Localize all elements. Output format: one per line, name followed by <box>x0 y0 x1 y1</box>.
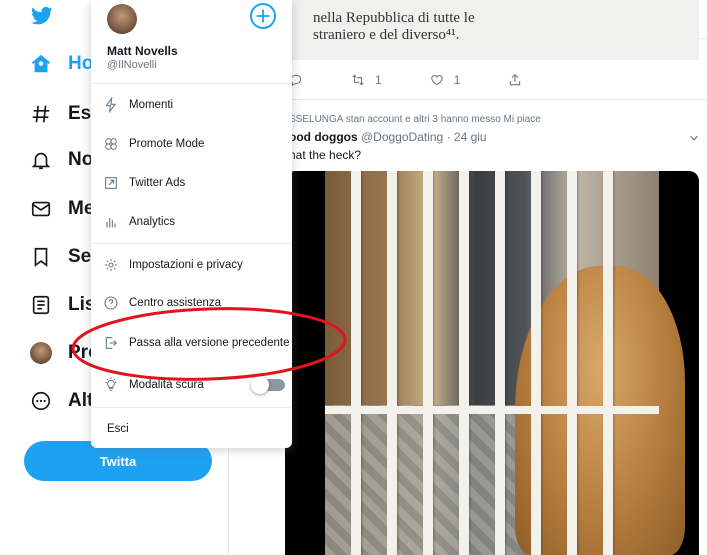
chevron-down-icon[interactable] <box>687 131 701 145</box>
menu-user-handle: @IlNovelli <box>107 59 157 71</box>
menu-item-label: Analytics <box>129 216 176 228</box>
book-line: straniero e del diverso⁴¹. <box>313 27 460 43</box>
twitter-bird-icon[interactable] <box>31 6 53 26</box>
list-icon <box>32 295 50 315</box>
promote-icon <box>105 138 117 150</box>
menu-divider <box>91 83 292 84</box>
external-box-icon <box>105 177 117 189</box>
like-count: 1 <box>453 73 461 87</box>
gate-bar <box>423 171 433 555</box>
retweet-icon <box>352 74 364 86</box>
plus-icon <box>256 9 270 23</box>
menu-item-label: Esci <box>107 423 129 435</box>
retweet-button[interactable]: 1 <box>351 73 382 87</box>
avatar[interactable] <box>107 4 137 34</box>
nav-item-label: Alt <box>68 390 94 411</box>
menu-item-label: Momenti <box>129 99 174 111</box>
gate-bar <box>459 171 469 555</box>
more-circle-icon <box>31 391 51 411</box>
retweet-count: 1 <box>375 73 382 87</box>
tweet-author-name[interactable]: ood doggos <box>289 130 358 144</box>
menu-item-settings[interactable]: Impostazioni e privacy <box>103 255 243 275</box>
menu-user-name: Matt Novells <box>107 44 178 58</box>
nav-item-notifications[interactable]: Not <box>30 145 100 175</box>
heart-icon <box>430 75 443 86</box>
lightning-icon <box>105 97 117 113</box>
tweet-author-handle[interactable]: @DoggoDating <box>361 130 443 144</box>
video-frame <box>325 171 685 555</box>
share-icon <box>510 74 521 86</box>
gate-bar <box>567 171 577 555</box>
tweet-text: hat the heck? <box>289 148 362 162</box>
red-highlight-ellipse <box>71 307 347 381</box>
nav-item-messages[interactable]: Me <box>30 194 94 224</box>
social-context: SSELUNGA stan account e altri 3 hanno me… <box>289 114 541 125</box>
gear-icon <box>105 259 117 271</box>
menu-divider <box>91 407 292 408</box>
home-icon <box>31 54 51 73</box>
timeline-feed: nella Repubblica di tutte le straniero e… <box>229 0 707 555</box>
envelope-icon <box>31 201 51 217</box>
menu-item-logout[interactable]: Esci <box>107 419 129 439</box>
menu-item-moments[interactable]: Momenti <box>103 95 173 115</box>
gate-bar <box>603 171 613 555</box>
add-account-button[interactable] <box>250 3 276 29</box>
tweet-timestamp[interactable]: · 24 giu <box>447 130 487 144</box>
tweet-actions: 1 1 <box>289 70 609 90</box>
menu-item-twitter-ads[interactable]: Twitter Ads <box>103 173 185 193</box>
menu-item-analytics[interactable]: Analytics <box>103 212 175 232</box>
gate-bar <box>495 171 505 555</box>
book-line: nella Repubblica di tutte le <box>313 10 475 26</box>
share-button[interactable] <box>508 73 522 87</box>
tweet-header: ood doggos @DoggoDating · 24 giu <box>289 130 487 144</box>
nav-item-more[interactable]: Alt <box>30 386 93 416</box>
hashtag-icon <box>32 105 50 123</box>
menu-item-label: Impostazioni e privacy <box>129 259 243 271</box>
menu-item-promote-mode[interactable]: Promote Mode <box>103 134 204 154</box>
gate-crossbar <box>325 406 659 414</box>
menu-item-label: Promote Mode <box>129 138 205 150</box>
menu-divider <box>91 243 292 244</box>
menu-item-label: Twitter Ads <box>129 177 186 189</box>
tweet-image-book-page[interactable]: nella Repubblica di tutte le straniero e… <box>289 0 699 60</box>
bell-icon <box>31 152 51 170</box>
gate-bar <box>387 171 397 555</box>
gate-bar <box>531 171 541 555</box>
tweet-divider <box>229 99 707 100</box>
avatar <box>30 342 52 364</box>
bookmark-icon <box>34 247 48 267</box>
like-button[interactable]: 1 <box>430 73 461 87</box>
gate-bar <box>351 171 361 555</box>
bar-chart-icon <box>106 218 116 228</box>
